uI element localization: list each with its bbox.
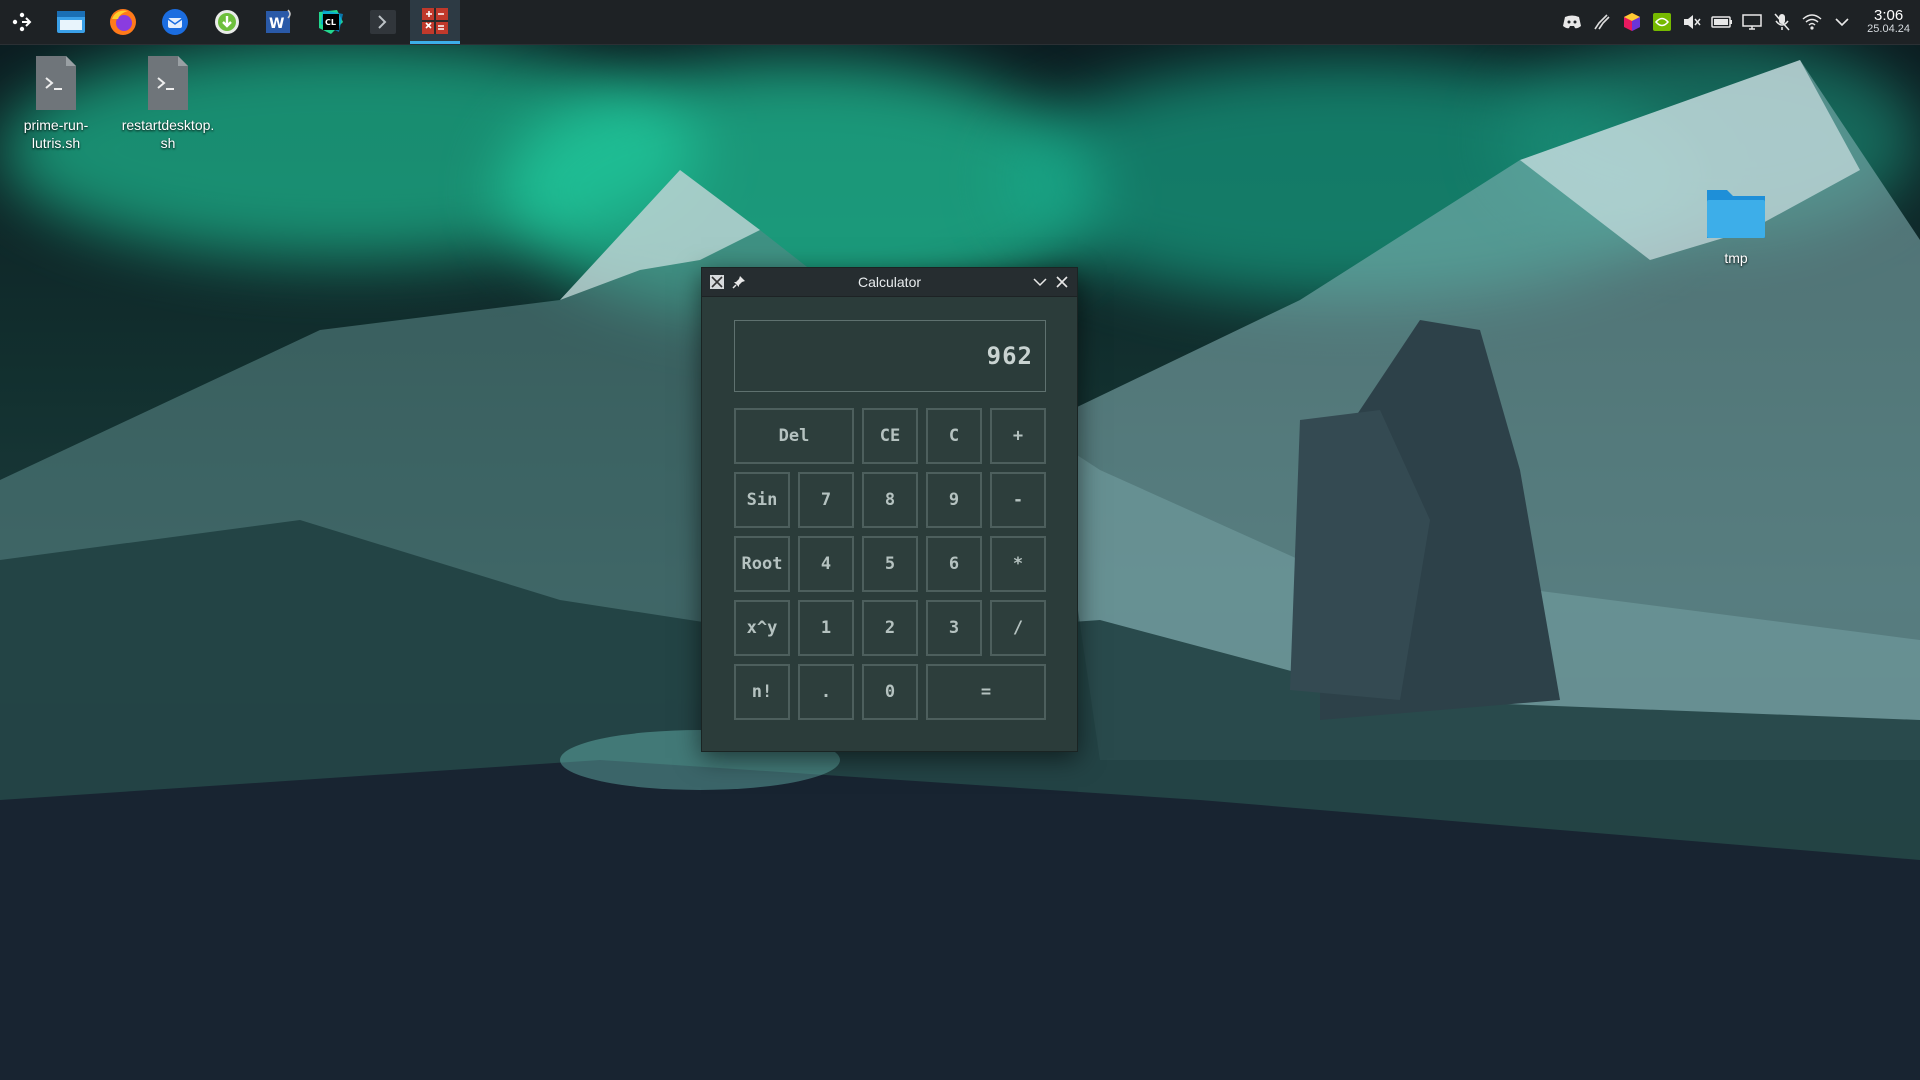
digit-4-button[interactable]: 4 [798, 536, 854, 592]
calculator-display: 962 [734, 320, 1046, 392]
decimal-point-button[interactable]: . [798, 664, 854, 720]
root-button[interactable]: Root [734, 536, 790, 592]
wifi-icon[interactable] [1801, 11, 1823, 33]
word-processor-icon[interactable]: W [254, 0, 304, 44]
digit-9-button[interactable]: 9 [926, 472, 982, 528]
taskbar: W CL 3:06 25.04.24 [0, 0, 1920, 45]
calculator-window: Calculator 962 Del CE C + Sin 7 8 9 - Ro… [701, 267, 1078, 752]
nvidia-icon[interactable] [1651, 11, 1673, 33]
file-manager-icon[interactable] [46, 0, 96, 44]
digit-2-button[interactable]: 2 [862, 600, 918, 656]
digit-0-button[interactable]: 0 [862, 664, 918, 720]
plus-button[interactable]: + [990, 408, 1046, 464]
sin-button[interactable]: Sin [734, 472, 790, 528]
thunderbird-icon[interactable] [150, 0, 200, 44]
divide-button[interactable]: / [990, 600, 1046, 656]
terminal-icon[interactable] [358, 0, 408, 44]
desktop-icon-tmp-folder[interactable]: tmp [1681, 184, 1791, 267]
task-manager: W CL [0, 0, 462, 44]
desktop-icon-restartdesktop[interactable]: restartdesktop. sh [113, 54, 223, 152]
digit-7-button[interactable]: 7 [798, 472, 854, 528]
power-button[interactable]: x^y [734, 600, 790, 656]
digit-1-button[interactable]: 1 [798, 600, 854, 656]
close-icon [1056, 276, 1068, 288]
pin-icon[interactable] [728, 271, 750, 293]
discord-icon[interactable] [1561, 11, 1583, 33]
svg-text:W: W [269, 16, 284, 32]
minus-button[interactable]: - [990, 472, 1046, 528]
clear-entry-button[interactable]: CE [862, 408, 918, 464]
desktop-icon-label: prime-run- lutris.sh [23, 117, 89, 151]
script-file-icon [146, 54, 190, 112]
digital-clock[interactable]: 3:06 25.04.24 [1867, 8, 1910, 35]
display-icon[interactable] [1741, 11, 1763, 33]
factorial-button[interactable]: n! [734, 664, 790, 720]
clock-date: 25.04.24 [1867, 23, 1910, 36]
clear-button[interactable]: C [926, 408, 982, 464]
calculator-app-icon[interactable] [410, 0, 460, 44]
folder-icon [1705, 184, 1767, 245]
window-titlebar[interactable]: Calculator [702, 268, 1077, 297]
application-launcher-icon[interactable] [0, 0, 44, 44]
volume-muted-icon[interactable] [1681, 11, 1703, 33]
system-tray: 3:06 25.04.24 [1557, 0, 1920, 44]
script-file-icon [34, 54, 78, 112]
chevron-down-icon [1033, 278, 1047, 287]
digit-8-button[interactable]: 8 [862, 472, 918, 528]
digit-3-button[interactable]: 3 [926, 600, 982, 656]
multiply-button[interactable]: * [990, 536, 1046, 592]
battery-icon[interactable] [1711, 11, 1733, 33]
clion-icon[interactable]: CL [306, 0, 356, 44]
desktop-icon-label: tmp [1724, 250, 1748, 266]
equals-button[interactable]: = [926, 664, 1046, 720]
clock-time: 3:06 [1873, 7, 1904, 25]
desktop-icon-label: restartdesktop. sh [121, 117, 215, 151]
download-manager-icon[interactable] [202, 0, 252, 44]
delete-button[interactable]: Del [734, 408, 854, 464]
firefox-icon[interactable] [98, 0, 148, 44]
desktop-icon-prime-run-lutris[interactable]: prime-run- lutris.sh [1, 54, 111, 152]
window-menu-icon[interactable] [706, 271, 728, 293]
minimize-button[interactable] [1029, 271, 1051, 293]
microphone-muted-icon[interactable] [1771, 11, 1793, 33]
digit-6-button[interactable]: 6 [926, 536, 982, 592]
close-button[interactable] [1051, 271, 1073, 293]
chevron-down-icon[interactable] [1831, 11, 1853, 33]
pen-tool-icon[interactable] [1591, 11, 1613, 33]
digit-5-button[interactable]: 5 [862, 536, 918, 592]
window-title: Calculator [857, 274, 922, 290]
cube-app-icon[interactable] [1621, 11, 1643, 33]
svg-text:CL: CL [325, 18, 336, 27]
